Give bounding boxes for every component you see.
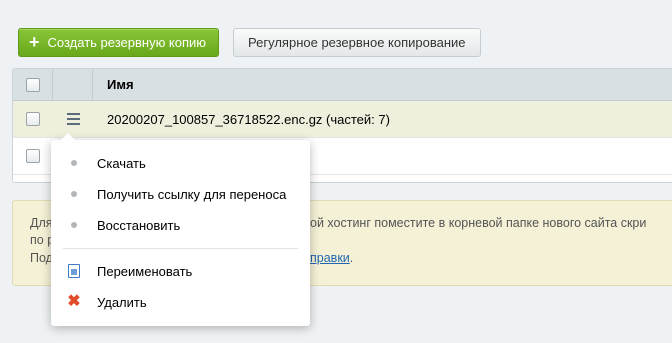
dot-icon: [51, 191, 97, 197]
delete-icon: ✖: [67, 293, 81, 310]
dot-icon: [51, 160, 97, 166]
menu-item-label: Удалить: [97, 294, 147, 310]
menu-separator: [63, 248, 298, 249]
header-actions-cell: [53, 69, 93, 100]
menu-item-label: Восстановить: [97, 217, 181, 233]
row-checkbox-cell: [13, 101, 53, 137]
column-header-name[interactable]: Имя: [93, 69, 672, 100]
info-line-3-start: Под: [30, 251, 53, 265]
menu-item-download[interactable]: Скачать: [51, 149, 310, 177]
info-line-3-end: .: [349, 251, 354, 265]
menu-item-label: Получить ссылку для переноса: [97, 186, 287, 202]
select-all-checkbox[interactable]: [25, 77, 40, 92]
menu-item-get-transfer-link[interactable]: Получить ссылку для переноса: [51, 180, 310, 208]
row-checkbox[interactable]: [26, 149, 40, 163]
rename-icon: [51, 264, 97, 278]
help-link[interactable]: правки: [310, 251, 350, 265]
table-row: 20200207_100857_36718522.enc.gz (частей:…: [13, 101, 672, 138]
grid-header: Имя: [13, 69, 672, 101]
menu-item-label: Скачать: [97, 155, 146, 171]
info-line-1-start: Для: [30, 216, 53, 230]
info-line-3-tail: правки.: [310, 250, 353, 266]
row-menu-cell: [53, 101, 93, 137]
row-checkbox-cell: [13, 138, 53, 174]
toolbar: + Создать резервную копию Регулярное рез…: [18, 28, 481, 57]
create-backup-button[interactable]: + Создать резервную копию: [18, 28, 220, 57]
hamburger-menu-icon[interactable]: [66, 113, 80, 125]
row-checkbox[interactable]: [26, 112, 40, 126]
regular-backup-button[interactable]: Регулярное резервное копирование: [233, 28, 481, 57]
regular-backup-label: Регулярное резервное копирование: [248, 35, 466, 50]
menu-item-delete[interactable]: ✖ Удалить: [51, 288, 310, 316]
menu-item-rename[interactable]: Переименовать: [51, 257, 310, 285]
dot-icon: [51, 222, 97, 228]
backup-file-name: 20200207_100857_36718522.enc.gz (частей:…: [107, 111, 390, 127]
create-backup-label: Создать резервную копию: [47, 35, 207, 50]
menu-item-restore[interactable]: Восстановить: [51, 211, 310, 239]
menu-item-label: Переименовать: [97, 263, 193, 279]
info-line-1-end: ой хостинг поместите в корневой папке но…: [310, 216, 647, 230]
context-menu: Скачать Получить ссылку для переноса Вос…: [51, 133, 310, 326]
plus-icon: +: [29, 31, 40, 52]
header-checkbox-cell: [13, 69, 53, 100]
